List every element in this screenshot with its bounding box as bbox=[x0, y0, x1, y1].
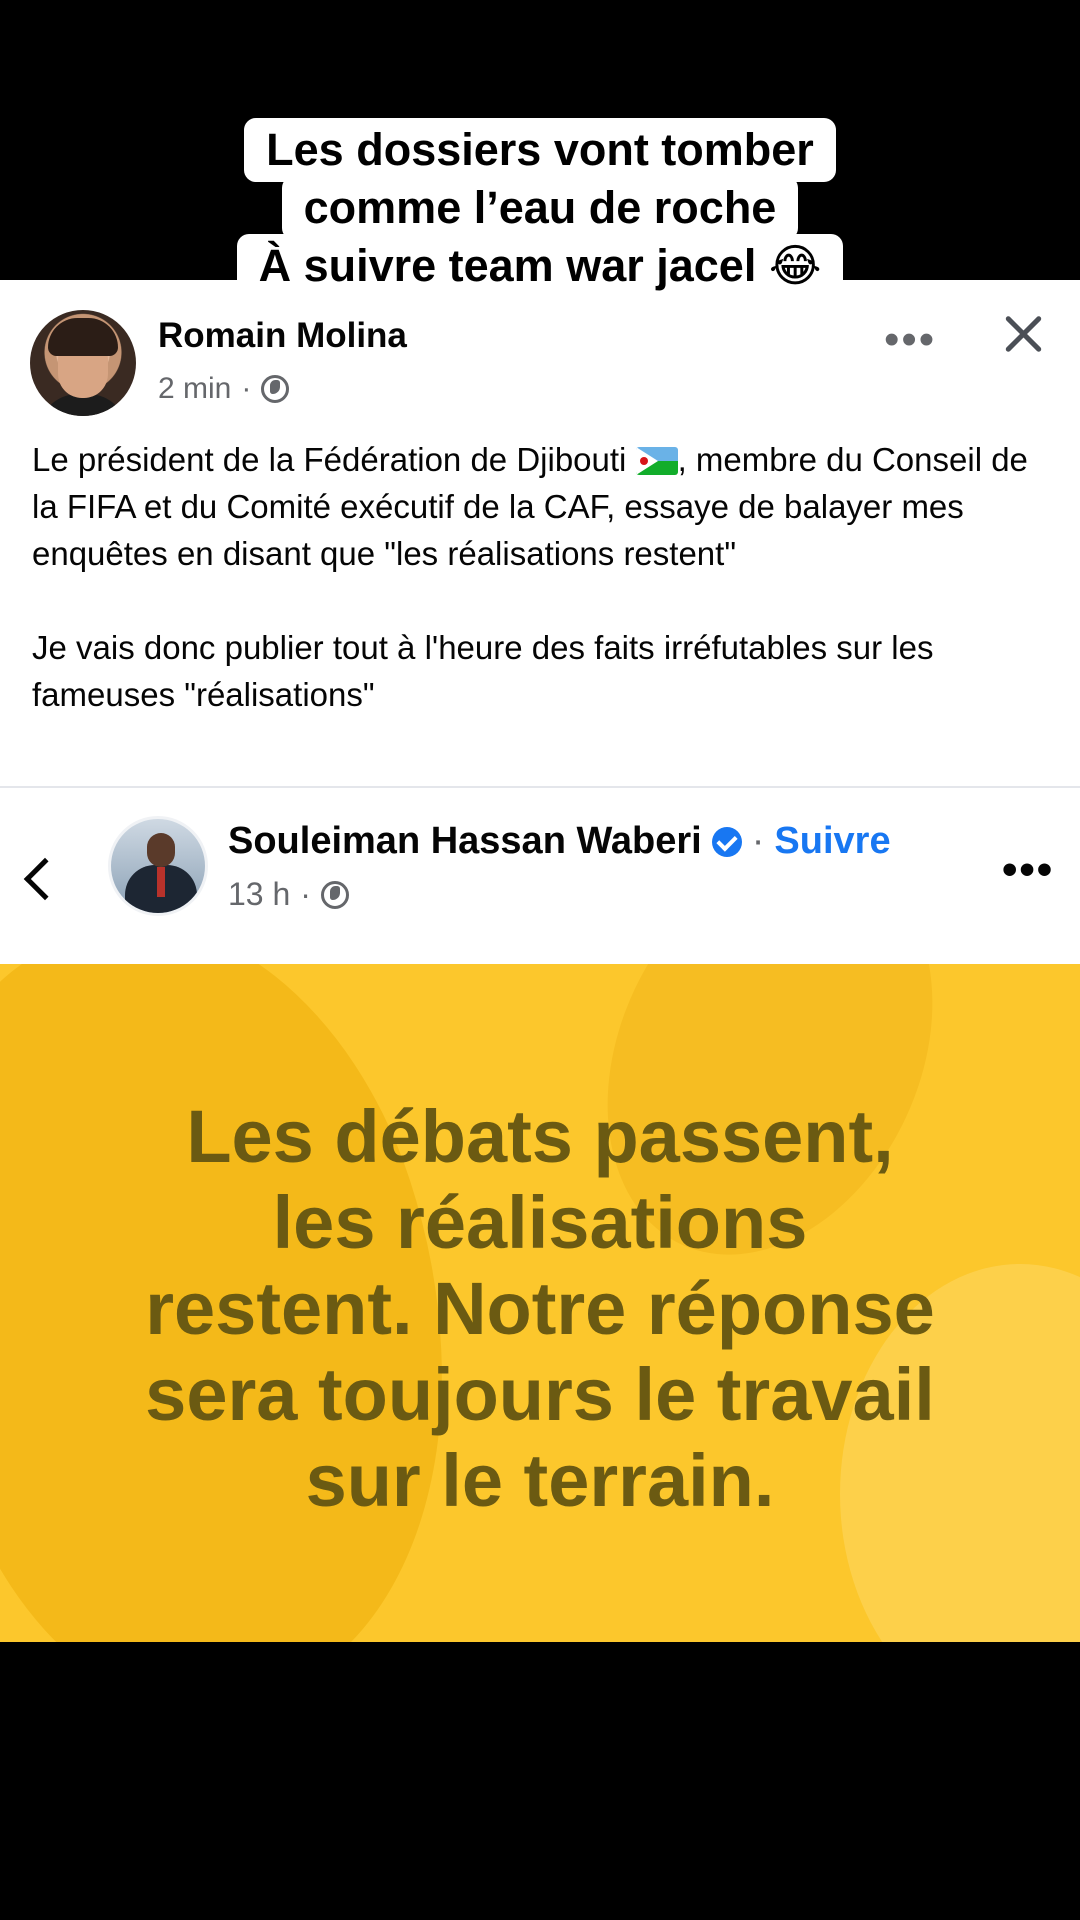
quote-line-4: sera toujours le travail bbox=[145, 1353, 935, 1436]
embedded-author-row: Souleiman Hassan Waberi · Suivre bbox=[228, 820, 891, 863]
bottom-black-area bbox=[0, 1642, 1080, 1920]
caption-line-2: comme l’eau de roche bbox=[281, 176, 799, 240]
djibouti-flag-icon bbox=[635, 447, 678, 475]
embedded-more-options-icon[interactable]: ••• bbox=[1002, 848, 1054, 892]
embedded-meta-separator: · bbox=[300, 876, 311, 912]
embedded-post-screenshot: Souleiman Hassan Waberi · Suivre 13 h · … bbox=[0, 786, 1080, 1644]
embedded-post-time[interactable]: 13 h bbox=[228, 876, 290, 913]
caption-line-3: À suivre team war jacel 😂 bbox=[236, 234, 844, 298]
quote-line-3: restent. Notre réponse bbox=[145, 1267, 935, 1350]
post-paragraph-1: Le président de la Fédération de Djibout… bbox=[32, 436, 1062, 577]
globe-icon bbox=[320, 880, 349, 909]
quote-image: Les débats passent, les réalisations res… bbox=[0, 964, 1080, 1644]
video-caption: Les dossiers vont tomber comme l’eau de … bbox=[0, 118, 1080, 298]
quote-line-1: Les débats passent, bbox=[186, 1095, 894, 1178]
caption-line-1: Les dossiers vont tomber bbox=[244, 118, 836, 182]
quote-text: Les débats passent, les réalisations res… bbox=[0, 1094, 1080, 1524]
post-text-1a: Le président de la Fédération de Djibout… bbox=[32, 441, 627, 478]
embedded-author-avatar[interactable] bbox=[108, 816, 208, 916]
embedded-post-meta: 13 h · bbox=[228, 876, 349, 913]
post-body: Le président de la Fédération de Djibout… bbox=[32, 436, 1062, 765]
follow-button[interactable]: Suivre bbox=[774, 820, 890, 863]
post-author-name[interactable]: Romain Molina bbox=[158, 316, 407, 356]
author-separator: · bbox=[751, 820, 765, 862]
quote-line-5: sur le terrain. bbox=[305, 1439, 775, 1522]
more-options-icon[interactable]: ••• bbox=[884, 318, 936, 362]
post-time[interactable]: 2 min bbox=[158, 372, 231, 406]
close-icon[interactable] bbox=[1000, 310, 1046, 356]
back-chevron-icon[interactable] bbox=[23, 857, 67, 901]
globe-icon bbox=[261, 375, 290, 403]
embedded-author-name[interactable]: Souleiman Hassan Waberi bbox=[228, 820, 702, 863]
post-paragraph-2: Je vais donc publier tout à l'heure des … bbox=[32, 629, 934, 713]
quote-line-2: les réalisations bbox=[272, 1181, 808, 1264]
meta-separator: · bbox=[241, 372, 252, 405]
author-avatar[interactable] bbox=[30, 310, 136, 416]
post-meta: 2 min · bbox=[158, 372, 290, 406]
verified-badge-icon bbox=[711, 826, 742, 857]
